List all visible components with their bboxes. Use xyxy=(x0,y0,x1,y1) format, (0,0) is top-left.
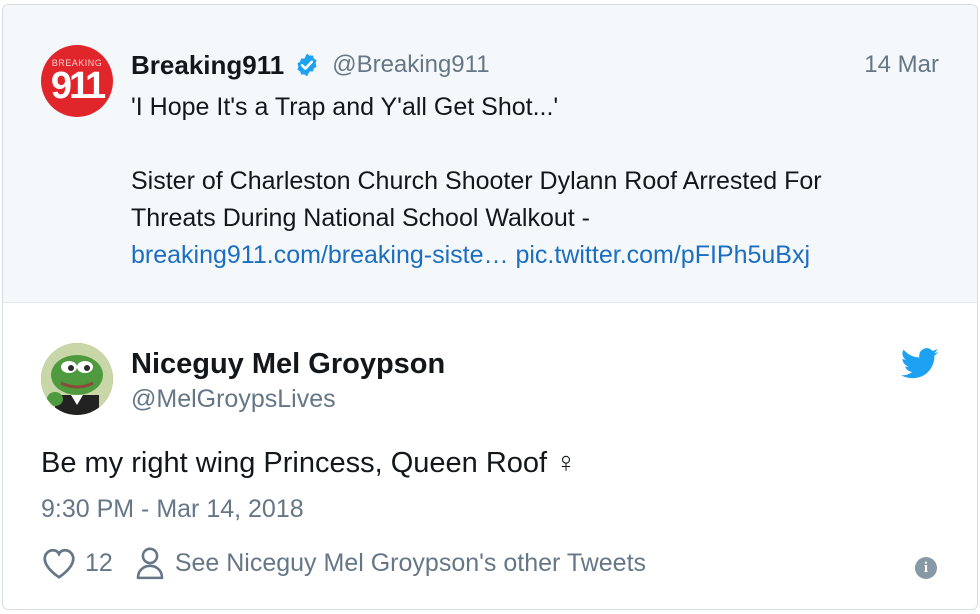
parent-links-line: breaking911.com/breaking-siste… pic.twit… xyxy=(131,237,931,274)
like-count[interactable]: 12 xyxy=(85,549,113,578)
parent-tweet-text: 'I Hope It's a Trap and Y'all Get Shot..… xyxy=(131,89,931,274)
parent-tweet-header: Breaking911 @Breaking911 xyxy=(131,49,490,81)
author-avatar[interactable] xyxy=(41,343,113,415)
author-handle[interactable]: @MelGroypsLives xyxy=(131,385,336,414)
parent-tweet-date[interactable]: 14 Mar xyxy=(864,51,939,79)
verified-badge-icon xyxy=(297,53,317,77)
parent-author-name[interactable]: Breaking911 xyxy=(131,50,284,81)
frog-avatar-image xyxy=(41,343,113,415)
heart-icon[interactable] xyxy=(41,546,77,580)
see-other-tweets-link[interactable]: See Niceguy Mel Groypson's other Tweets xyxy=(175,549,646,578)
info-icon[interactable]: i xyxy=(915,557,937,579)
avatar-logo-big-text: 911 xyxy=(50,65,106,107)
tweet-timestamp[interactable]: 9:30 PM - Mar 14, 2018 xyxy=(41,495,304,524)
parent-tweet[interactable]: BREAKING 911 Breaking911 @Breaking911 14… xyxy=(3,5,977,303)
tweet-actions: 12 See Niceguy Mel Groypson's other Twee… xyxy=(41,545,646,581)
author-name[interactable]: Niceguy Mel Groypson xyxy=(131,348,445,381)
article-link[interactable]: breaking911.com/breaking-siste… xyxy=(131,241,509,269)
parent-text-line: Threats During National School Walkout - xyxy=(131,204,590,232)
parent-author-handle[interactable]: @Breaking911 xyxy=(332,51,489,79)
twitter-bird-icon[interactable] xyxy=(901,347,939,381)
embedded-tweet-card: BREAKING 911 Breaking911 @Breaking911 14… xyxy=(2,4,978,610)
breaking911-avatar[interactable]: BREAKING 911 xyxy=(41,45,113,117)
parent-text-line: 'I Hope It's a Trap and Y'all Get Shot..… xyxy=(131,93,559,121)
parent-text-line: Sister of Charleston Church Shooter Dyla… xyxy=(131,167,822,195)
person-icon[interactable] xyxy=(135,546,165,580)
pic-link[interactable]: pic.twitter.com/pFIPh5uBxj xyxy=(515,241,810,269)
tweet-text: Be my right wing Princess, Queen Roof ♀ xyxy=(41,447,577,479)
